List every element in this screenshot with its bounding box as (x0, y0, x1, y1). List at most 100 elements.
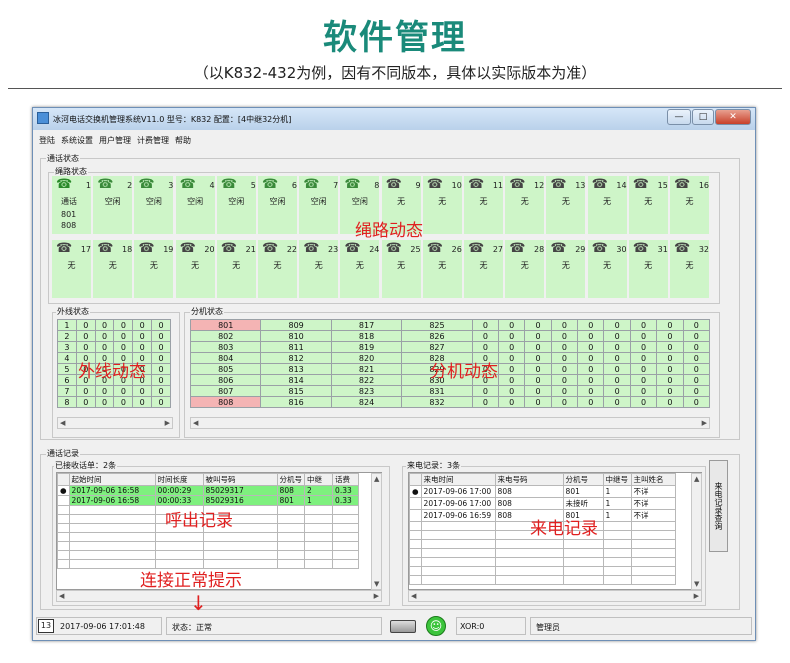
column-header[interactable]: 话费 (332, 473, 360, 486)
ext-cell[interactable]: 0 (498, 352, 526, 364)
incoming-scrollbar[interactable]: ◀ ▶ (408, 590, 702, 602)
column-header[interactable]: 起始时间 (68, 473, 156, 486)
scroll-up-icon[interactable]: ▲ (694, 475, 699, 483)
table-row[interactable]: ● 2017-09-06 17:00 808 801 1 不详 (409, 485, 676, 498)
scroll-down-icon[interactable]: ▼ (374, 580, 379, 588)
column-header[interactable]: 来电时间 (420, 473, 496, 486)
ext-cell[interactable]: 820 (330, 352, 403, 364)
ext-cell[interactable]: 0 (550, 341, 579, 353)
ext-cell[interactable]: 0 (629, 330, 658, 342)
ext-cell[interactable]: 0 (577, 319, 605, 331)
ext-cell[interactable]: 824 (330, 396, 403, 408)
column-header[interactable]: 主叫姓名 (630, 473, 676, 486)
ext-cell[interactable]: 0 (471, 319, 500, 331)
ext-cell[interactable]: 0 (524, 319, 552, 331)
ext-cell[interactable]: 818 (330, 330, 403, 342)
trunk-cell[interactable]: 0 (113, 385, 134, 397)
scroll-left-icon[interactable]: ◀ (411, 592, 416, 600)
trunk-cell[interactable]: 6 (57, 374, 77, 386)
trunk-cell[interactable]: 0 (94, 396, 115, 408)
table-row[interactable]: 2017-09-06 16:58 00:00:33 85029316 801 1 0.33 (57, 495, 360, 506)
ext-cell[interactable]: 812 (260, 352, 332, 364)
trunk-cell[interactable]: 7 (57, 385, 77, 397)
ext-cell[interactable]: 0 (603, 385, 631, 397)
ext-cell[interactable]: 0 (629, 341, 658, 353)
ext-cell[interactable]: 0 (603, 363, 631, 375)
trunk-cell[interactable]: 0 (113, 330, 134, 342)
ext-cell[interactable]: 0 (498, 363, 526, 375)
ext-cell[interactable]: 0 (498, 396, 526, 408)
ext-cell[interactable]: 0 (682, 319, 711, 331)
ext-cell[interactable]: 0 (498, 330, 526, 342)
trunk-cell[interactable]: 4 (57, 352, 77, 364)
scroll-right-icon[interactable]: ▶ (165, 419, 170, 427)
ext-cell[interactable]: 0 (603, 341, 631, 353)
ext-cell[interactable]: 0 (524, 363, 552, 375)
trunk-cell[interactable]: 0 (151, 374, 171, 386)
trunk-cell[interactable]: 0 (132, 385, 153, 397)
menu-billing[interactable]: 计费管理 (137, 135, 169, 146)
column-header[interactable]: 被叫号码 (202, 473, 278, 486)
ext-cell[interactable]: 0 (471, 330, 500, 342)
trunk-cell[interactable]: 0 (75, 385, 96, 397)
column-header[interactable]: 分机号 (562, 473, 604, 486)
scroll-left-icon[interactable]: ◀ (60, 419, 65, 427)
ext-cell[interactable]: 0 (656, 330, 684, 342)
ext-cell[interactable]: 0 (577, 385, 605, 397)
trunk-cell[interactable]: 0 (151, 341, 171, 353)
ext-cell[interactable]: 0 (603, 374, 631, 386)
scroll-left-icon[interactable]: ◀ (193, 419, 198, 427)
scroll-up-icon[interactable]: ▲ (374, 475, 379, 483)
scroll-down-icon[interactable]: ▼ (694, 580, 699, 588)
ext-cell[interactable]: 803 (189, 341, 262, 353)
ext-cell[interactable]: 0 (603, 319, 631, 331)
column-header[interactable]: 中继 (304, 473, 334, 486)
trunk-cell[interactable]: 0 (132, 319, 153, 331)
ext-cell[interactable]: 0 (656, 319, 684, 331)
ext-scrollbar[interactable]: ◀ ▶ (190, 417, 710, 429)
trunk-cell[interactable]: 0 (94, 341, 115, 353)
ext-cell[interactable]: 0 (656, 363, 684, 375)
trunk-cell[interactable]: 0 (113, 396, 134, 408)
menu-login[interactable]: 登陆 (39, 135, 55, 146)
trunk-cell[interactable]: 0 (151, 352, 171, 364)
trunk-cell[interactable]: 0 (75, 330, 96, 342)
ext-cell[interactable]: 0 (524, 374, 552, 386)
trunk-cell[interactable]: 0 (151, 363, 171, 375)
ext-cell[interactable]: 0 (656, 385, 684, 397)
ext-cell[interactable]: 821 (330, 363, 403, 375)
trunk-cell[interactable]: 2 (57, 330, 77, 342)
ext-cell[interactable]: 0 (603, 396, 631, 408)
ext-cell[interactable]: 0 (524, 341, 552, 353)
ext-cell[interactable]: 802 (189, 330, 262, 342)
ext-cell[interactable]: 0 (577, 396, 605, 408)
ext-cell[interactable]: 0 (550, 363, 579, 375)
ext-cell[interactable]: 822 (330, 374, 403, 386)
ext-cell[interactable]: 0 (577, 374, 605, 386)
ext-cell[interactable]: 815 (260, 385, 332, 397)
trunk-cell[interactable]: 0 (113, 319, 134, 331)
trunk-cell[interactable]: 0 (151, 330, 171, 342)
trunk-cell[interactable]: 1 (57, 319, 77, 331)
outgoing-scrollbar[interactable]: ◀ ▶ (56, 590, 382, 602)
title-bar[interactable]: 冰河电话交换机管理系统V11.0 型号：K832 配置：[4中继32分机] — … (33, 108, 755, 130)
ext-cell[interactable]: 0 (524, 352, 552, 364)
column-header[interactable]: 来电号码 (494, 473, 564, 486)
ext-cell[interactable]: 0 (524, 396, 552, 408)
ext-cell[interactable]: 0 (524, 330, 552, 342)
ext-cell[interactable]: 0 (577, 352, 605, 364)
ext-cell[interactable]: 826 (401, 330, 473, 342)
ext-cell[interactable]: 0 (550, 319, 579, 331)
scroll-right-icon[interactable]: ▶ (374, 592, 379, 600)
trunk-cell[interactable]: 0 (94, 330, 115, 342)
trunk-cell[interactable]: 0 (151, 385, 171, 397)
ext-cell[interactable]: 816 (260, 396, 332, 408)
trunk-cell[interactable]: 0 (75, 341, 96, 353)
table-row[interactable]: 2017-09-06 17:00 808 未接听 1 不详 (409, 497, 676, 510)
ext-cell[interactable]: 0 (682, 330, 711, 342)
ext-cell[interactable]: 0 (629, 319, 658, 331)
ext-cell[interactable]: 0 (550, 330, 579, 342)
ext-cell[interactable]: 819 (330, 341, 403, 353)
ext-cell[interactable]: 0 (550, 352, 579, 364)
ext-cell[interactable]: 807 (189, 385, 262, 397)
